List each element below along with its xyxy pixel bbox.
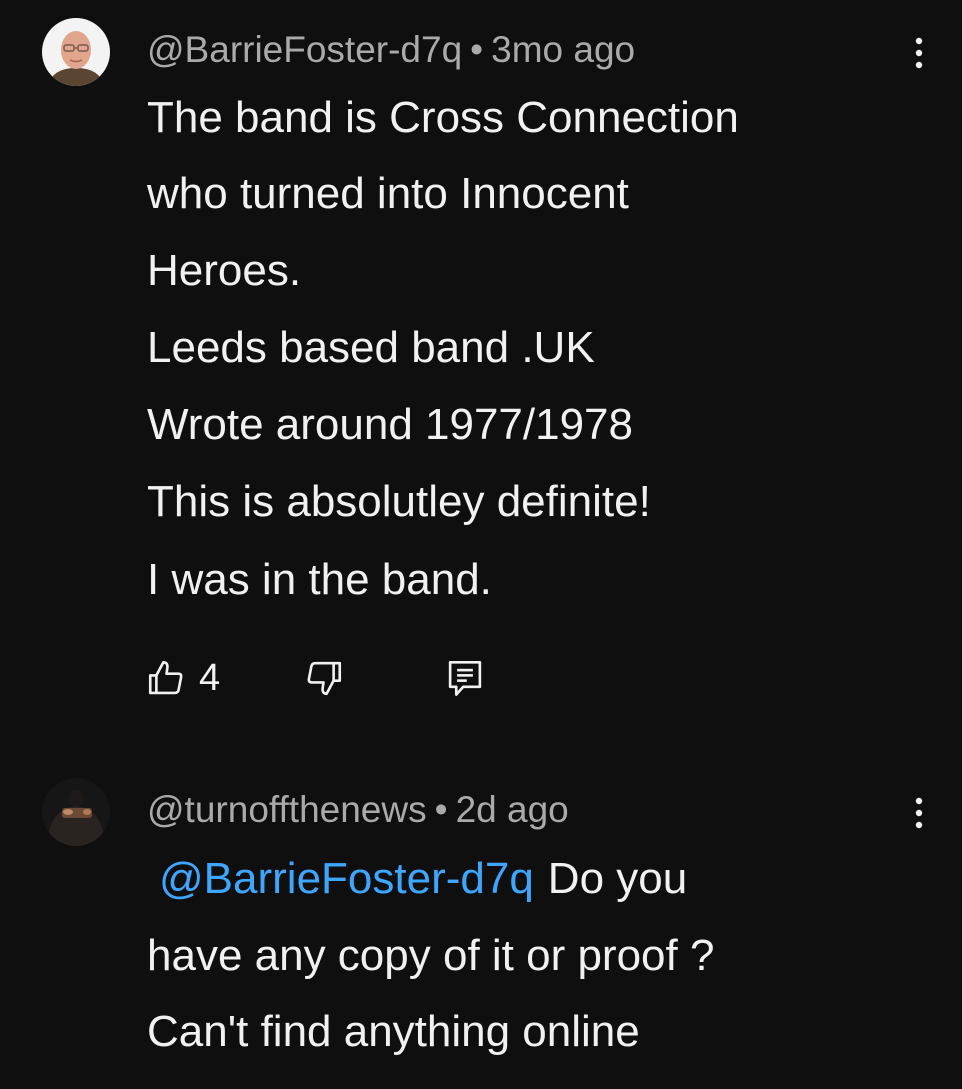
comment-text-line: This is absolutley definite! [147,477,651,526]
meta-separator: • [470,29,484,70]
mention-link[interactable]: @BarrieFoster-d7q [159,854,534,903]
comment-timestamp[interactable]: 3mo ago [491,29,635,70]
more-vertical-icon [915,797,923,829]
more-options-button[interactable] [904,788,934,838]
more-options-button[interactable] [904,28,934,78]
reply-button[interactable] [444,656,486,700]
comment-text-line: Can't find anything online [147,1007,640,1056]
reply-icon [448,660,482,696]
avatar-icon [42,18,110,86]
comment-meta: @turnoffthenews • 2d ago [147,791,569,828]
comment-text-line: Wrote around 1977/1978 [147,400,633,449]
comment-text: Do you [547,854,688,903]
meta-separator: • [434,789,448,830]
comment-text-line: I was in the band. [147,555,492,604]
comment-timestamp[interactable]: 2d ago [456,789,569,830]
thumbs-up-icon [148,660,183,695]
commenter-avatar[interactable] [42,778,110,846]
like-count: 4 [199,657,221,699]
comment-author[interactable]: @turnoffthenews [147,789,427,830]
comment-text-line: @BarrieFoster-d7q Do you [147,857,687,901]
comment-text-line: have any copy of it or proof ? [147,931,715,980]
comment-text-line: The band is Cross Connection [147,93,739,142]
dislike-button[interactable] [303,656,345,700]
comment-text-line: Leeds based band .UK [147,323,595,372]
comment-text-line: who turned into Innocent [147,169,629,218]
comment-meta: @BarrieFoster-d7q • 3mo ago [147,31,635,68]
avatar-icon [42,778,110,846]
commenter-avatar[interactable] [42,18,110,86]
more-vertical-icon [915,37,923,69]
comments-thread: @BarrieFoster-d7q • 3mo ago The band is Cr… [0,0,962,1089]
comment-text-line: Heroes. [147,246,302,295]
thumbs-down-icon [307,661,342,696]
like-button[interactable]: 4 [145,656,220,700]
comment-author[interactable]: @BarrieFoster-d7q [147,29,462,70]
